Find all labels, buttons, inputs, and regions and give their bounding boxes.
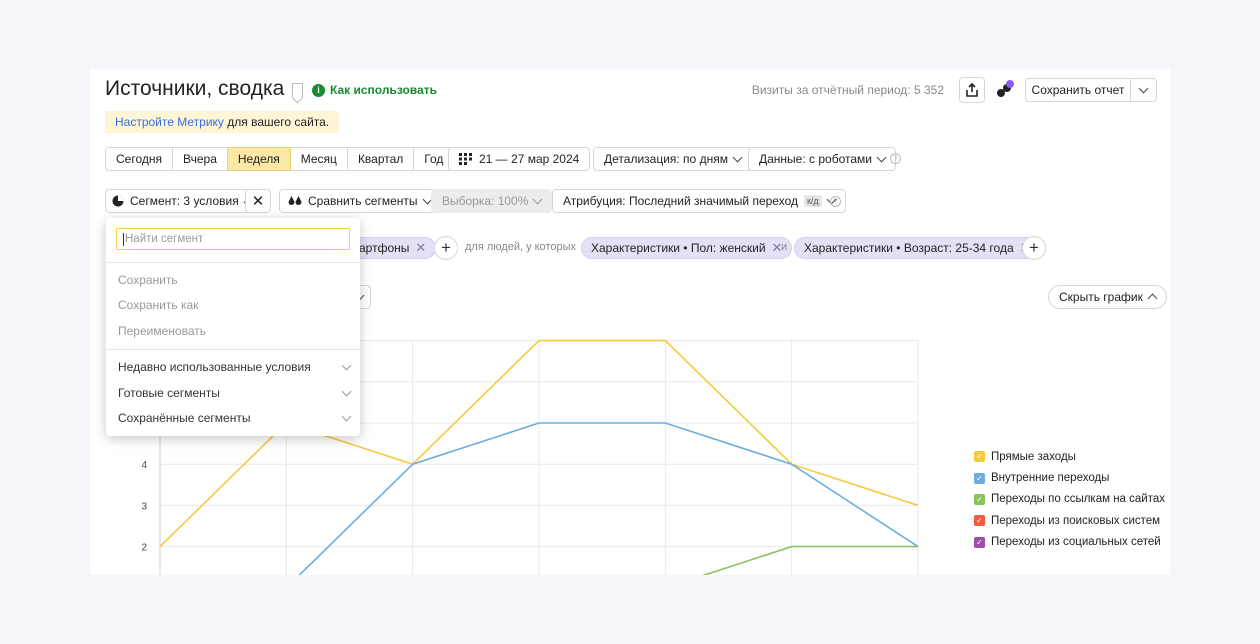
save-as-segment-item[interactable]: Сохранить как (118, 298, 198, 312)
saved-segments-section[interactable]: Сохранённые сегменты (118, 411, 352, 425)
rename-segment-item[interactable]: Переименовать (118, 324, 206, 338)
divider (106, 262, 360, 263)
chevron-down-icon (341, 411, 352, 421)
legend-label: Переходы из поисковых систем (991, 514, 1161, 527)
legend-item-direct[interactable]: ✓ Прямые заходы (974, 446, 1165, 467)
y-tick-label: 4 (141, 460, 147, 471)
section-label: Сохранённые сегменты (118, 411, 251, 425)
section-label: Недавно использованные условия (118, 360, 311, 374)
checkbox-checked-icon: ✓ (974, 451, 985, 463)
y-tick-label: 2 (141, 543, 147, 554)
checkbox-checked-icon: ✓ (974, 493, 985, 505)
checkbox-checked-icon: ✓ (974, 472, 985, 484)
divider (106, 349, 360, 350)
legend-item-links[interactable]: ✓ Переходы по ссылкам на сайтах (974, 489, 1165, 510)
segment-search-input[interactable]: Найти сегмент (116, 228, 350, 250)
recent-conditions-section[interactable]: Недавно использованные условия (118, 360, 352, 374)
period-week[interactable]: Неделя (226, 147, 291, 171)
checkbox-checked-icon: ✓ (974, 515, 985, 527)
legend-item-search[interactable]: ✓ Переходы из поисковых систем (974, 510, 1165, 531)
chart-legend: ✓ Прямые заходы ✓ Внутренние переходы ✓ … (974, 446, 1165, 553)
legend-label: Переходы из социальных сетей (991, 536, 1161, 549)
legend-item-social[interactable]: ✓ Переходы из социальных сетей (974, 532, 1165, 553)
chevron-down-icon (341, 386, 352, 396)
legend-label: Прямые заходы (991, 450, 1076, 463)
y-tick-label: 3 (141, 501, 147, 512)
legend-label: Переходы по ссылкам на сайтах (991, 493, 1166, 506)
save-segment-item[interactable]: Сохранить (118, 273, 178, 287)
segment-search-placeholder: Найти сегмент (125, 233, 204, 245)
report-panel: Источники, сводка i Как использовать Виз… (90, 69, 1170, 575)
checkbox-checked-icon: ✓ (974, 536, 985, 548)
section-label: Готовые сегменты (118, 386, 220, 400)
ready-segments-section[interactable]: Готовые сегменты (118, 386, 352, 400)
segment-dropdown: Найти сегмент Сохранить Сохранить как Пе… (106, 218, 360, 436)
chevron-down-icon (341, 360, 352, 370)
legend-label: Внутренние переходы (991, 472, 1110, 485)
legend-item-internal[interactable]: ✓ Внутренние переходы (974, 467, 1165, 488)
